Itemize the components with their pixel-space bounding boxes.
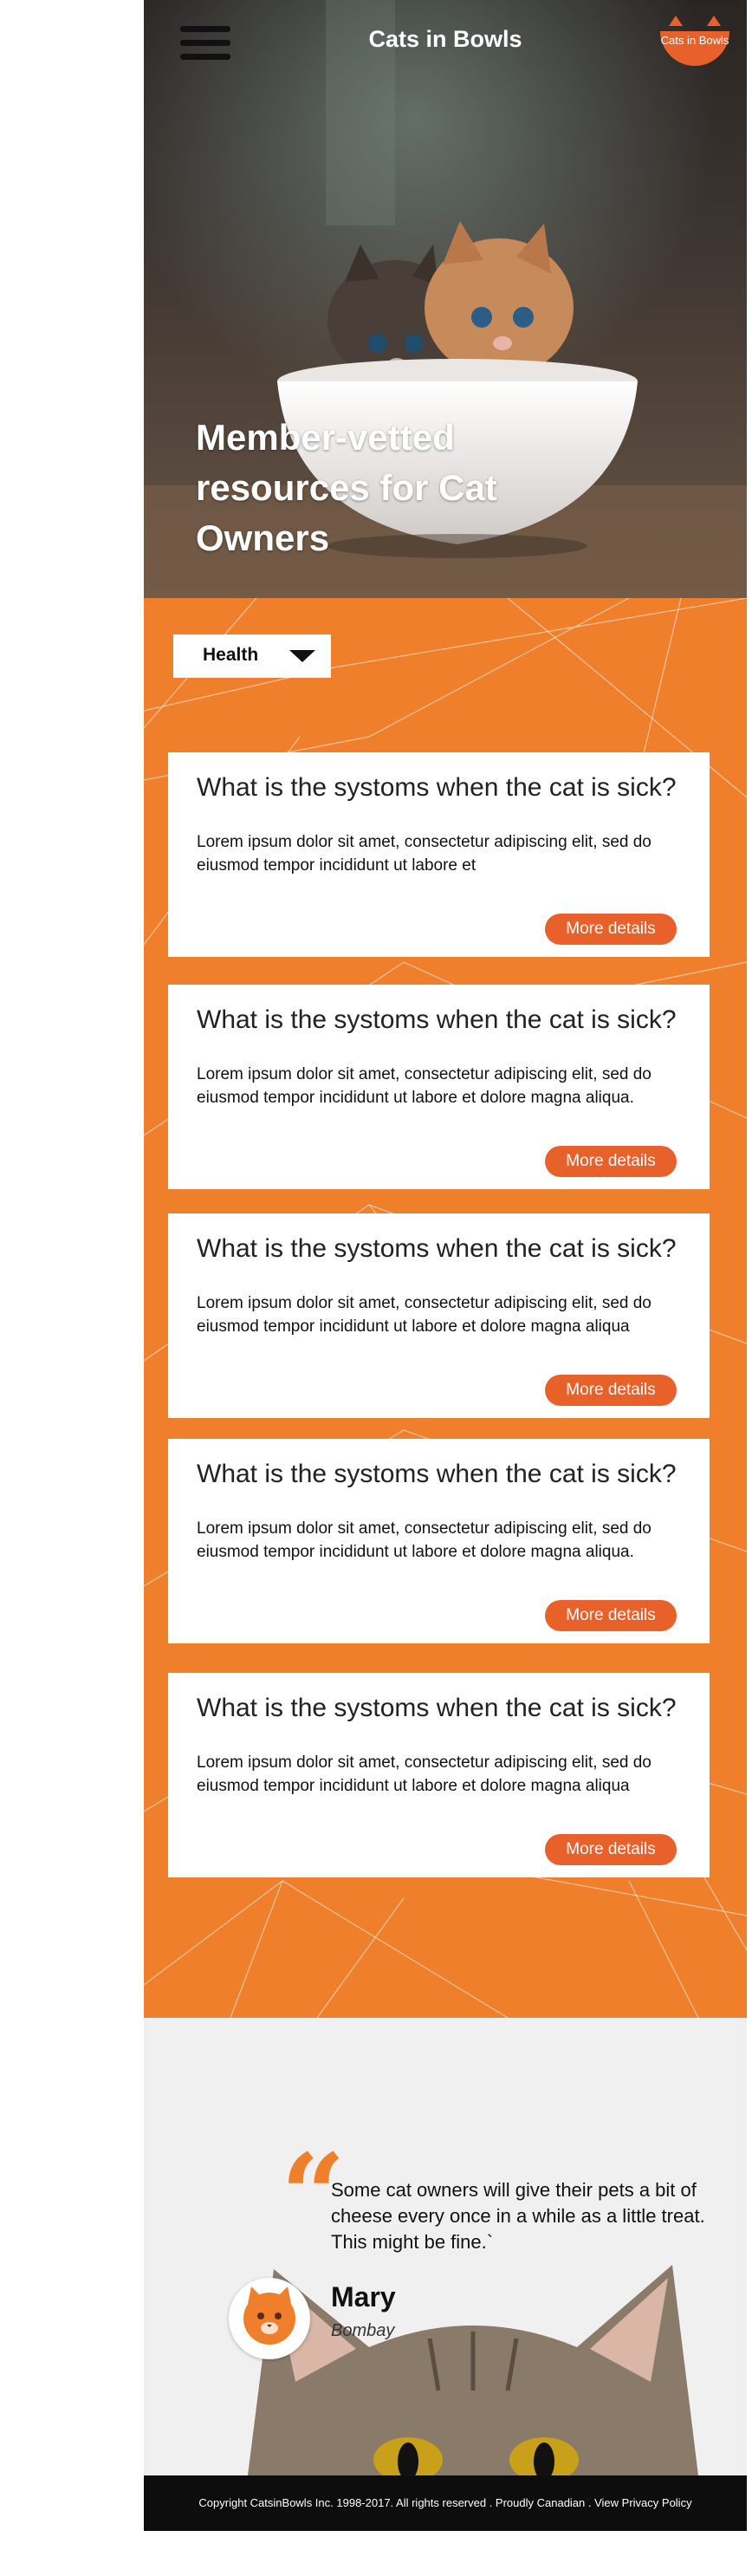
more-details-button[interactable]: More details xyxy=(545,1375,677,1406)
avatar xyxy=(229,2278,310,2359)
footer-copyright: Copyright CatsinBowls Inc. 1998-2017. Al… xyxy=(198,2496,595,2509)
resources-section: Health What is the systoms when the cat … xyxy=(144,598,747,2018)
card-title: What is the systoms when the cat is sick… xyxy=(197,1460,677,1488)
site-logo[interactable]: Cats in Bowls xyxy=(657,16,733,73)
testimonial-author: Mary xyxy=(331,2281,396,2313)
resource-card: What is the systoms when the cat is sick… xyxy=(168,1673,710,1877)
card-title: What is the systoms when the cat is sick… xyxy=(197,773,677,802)
category-dropdown-label: Health xyxy=(203,645,259,665)
card-title: What is the systoms when the cat is sick… xyxy=(197,1694,677,1722)
hero-heading: Member-vetted resources for Cat Owners xyxy=(196,417,497,558)
card-text: Lorem ipsum dolor sit amet, consectetur … xyxy=(197,1753,652,1795)
testimonial-breed: Bombay xyxy=(331,2321,395,2340)
page: Cats in Bowls Cats in Bowls Member-vette… xyxy=(144,0,747,2531)
resource-card: What is the systoms when the cat is sick… xyxy=(168,1213,710,1418)
testimonial-section: “ Some cat owners will give their pets a… xyxy=(144,2018,747,2475)
footer: Copyright CatsinBowls Inc. 1998-2017. Al… xyxy=(144,2475,747,2531)
card-text: Lorem ipsum dolor sit amet, consectetur … xyxy=(197,1065,652,1107)
card-text: Lorem ipsum dolor sit amet, consectetur … xyxy=(197,833,652,875)
hamburger-bar xyxy=(180,54,230,60)
resource-card: What is the systoms when the cat is sick… xyxy=(168,985,710,1189)
category-dropdown[interactable]: Health xyxy=(173,634,331,678)
privacy-policy-link[interactable]: View Privacy Policy xyxy=(594,2496,691,2509)
caret-down-icon xyxy=(289,650,315,662)
card-title: What is the systoms when the cat is sick… xyxy=(197,1234,677,1263)
more-details-button[interactable]: More details xyxy=(545,914,677,945)
logo-text: Cats in Bowls xyxy=(660,34,729,47)
hero-section: Cats in Bowls Cats in Bowls Member-vette… xyxy=(144,0,747,598)
resource-card: What is the systoms when the cat is sick… xyxy=(168,1439,710,1643)
testimonial-quote: Some cat owners will give their pets a b… xyxy=(331,2179,705,2253)
card-title: What is the systoms when the cat is sick… xyxy=(197,1005,677,1034)
card-text: Lorem ipsum dolor sit amet, consectetur … xyxy=(197,1519,652,1561)
more-details-button[interactable]: More details xyxy=(545,1146,677,1177)
card-text: Lorem ipsum dolor sit amet, consectetur … xyxy=(197,1294,652,1336)
more-details-button[interactable]: More details xyxy=(545,1600,677,1631)
resource-card: What is the systoms when the cat is sick… xyxy=(168,752,710,957)
cat-face-icon xyxy=(243,2287,295,2345)
more-details-button[interactable]: More details xyxy=(545,1834,677,1865)
